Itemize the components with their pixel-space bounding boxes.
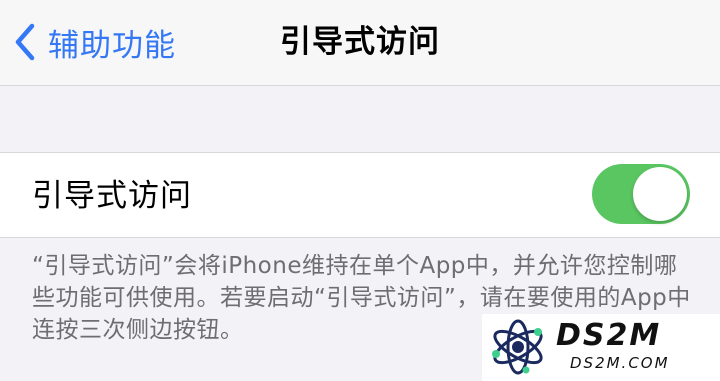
guided-access-toggle[interactable] — [592, 164, 690, 224]
guided-access-label: 引导式访问 — [32, 178, 192, 214]
atom-logo-icon — [492, 319, 543, 375]
page-title: 引导式访问 — [280, 24, 440, 60]
watermark-url: DS2M.COM — [570, 354, 670, 372]
navigation-bar: 辅助功能 引导式访问 — [0, 0, 720, 86]
toggle-knob — [633, 167, 687, 221]
watermark-title: DS2M — [556, 318, 662, 353]
watermark: DS2M DS2M.COM — [482, 314, 720, 381]
settings-screen: 辅助功能 引导式访问 引导式访问 “引导式访问”会将iPhone维持在单个App… — [0, 0, 720, 381]
